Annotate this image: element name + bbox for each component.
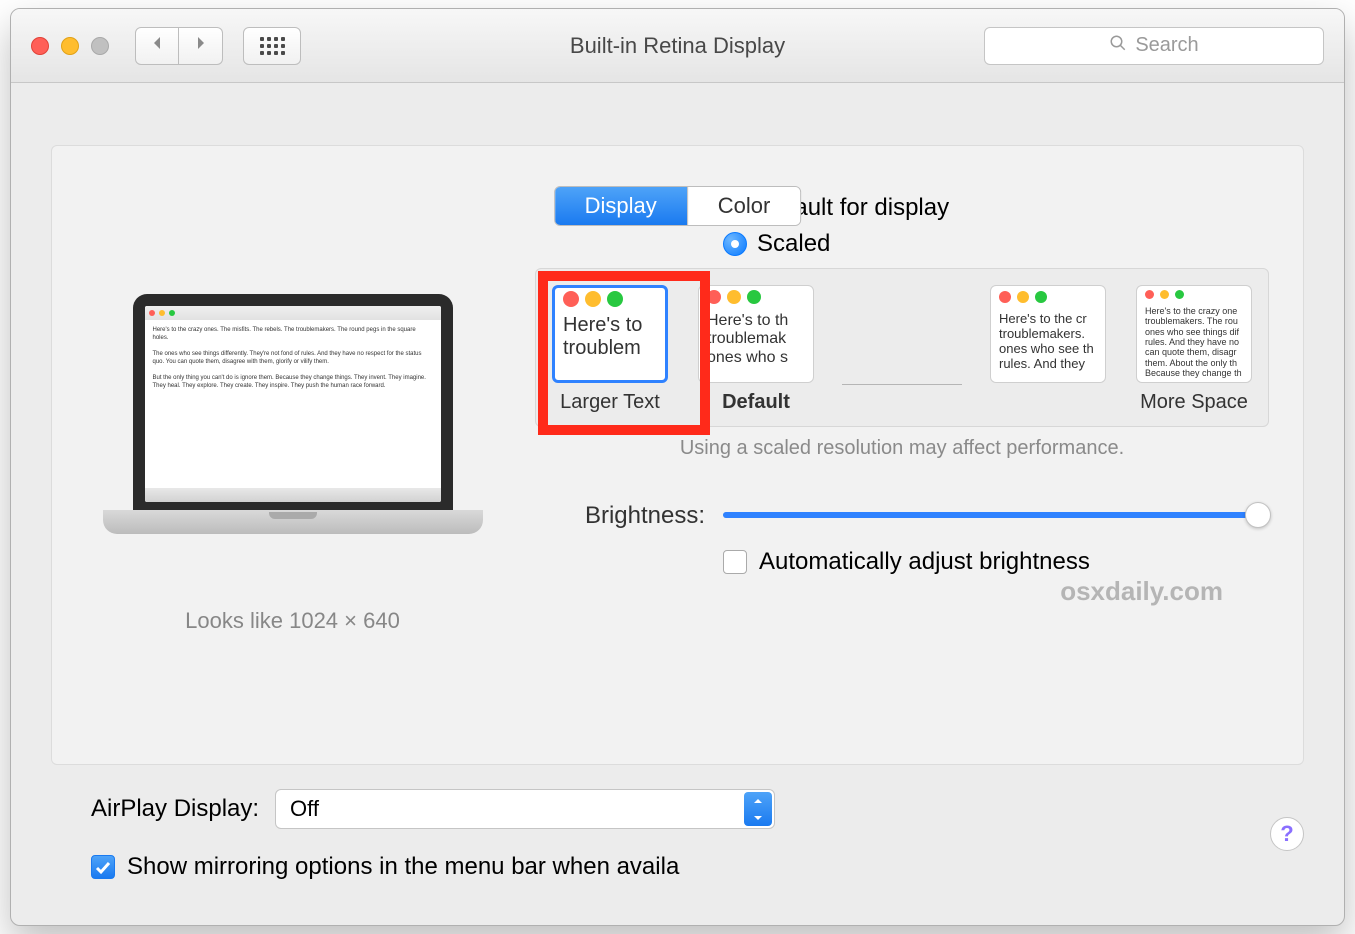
help-icon: ? [1280, 821, 1293, 847]
chevron-left-icon [149, 35, 165, 56]
mirroring-row: Show mirroring options in the menu bar w… [91, 853, 1264, 881]
auto-brightness-row: Automatically adjust brightness [723, 548, 1269, 576]
scaled-performance-note: Using a scaled resolution may affect per… [535, 437, 1269, 460]
window-controls [31, 37, 109, 55]
scale-option-more-space[interactable]: Here's to the crazy one troublemakers. T… [1134, 285, 1254, 414]
scale-label: Larger Text [560, 391, 660, 414]
tab-color[interactable]: Color [687, 187, 801, 225]
preferences-window: Built-in Retina Display Search Display C… [10, 8, 1345, 926]
display-preview-column: Here's to the crazy ones. The misfits. T… [86, 194, 499, 744]
select-stepper-icon [744, 792, 772, 826]
slider-knob[interactable] [1245, 502, 1271, 528]
scale-option-3[interactable]: Here's to the cr troublemakers. ones who… [988, 285, 1108, 383]
nav-back-forward [135, 27, 223, 65]
toolbar: Built-in Retina Display Search [11, 9, 1344, 83]
brightness-label: Brightness: [535, 500, 705, 530]
scaled-resolution-picker: Here's to troublem Larger Text Here's to… [535, 268, 1269, 427]
scale-thumbnail: Here's to troublem [552, 285, 668, 383]
show-all-button[interactable] [243, 27, 301, 65]
display-panel: Here's to the crazy ones. The misfits. T… [51, 145, 1304, 765]
scale-option-default[interactable]: Here's to th troublemak ones who s Defau… [696, 285, 816, 414]
zoom-window-button[interactable] [91, 37, 109, 55]
search-icon [1109, 34, 1127, 58]
brightness-row: Brightness: [535, 500, 1269, 530]
preview-sample-text: Here's to the crazy ones. The misfits. T… [145, 320, 441, 488]
chevron-right-icon [193, 35, 209, 56]
scale-thumbnail: Here's to the crazy one troublemakers. T… [1136, 285, 1252, 383]
scale-thumbnail: Here's to the cr troublemakers. ones who… [990, 285, 1106, 383]
airplay-value: Off [290, 796, 319, 822]
bottom-controls: AirPlay Display: Off Show mirroring opti… [51, 765, 1304, 881]
brightness-slider[interactable] [723, 512, 1269, 518]
airplay-label: AirPlay Display: [91, 795, 259, 823]
grid-icon [260, 37, 285, 55]
close-window-button[interactable] [31, 37, 49, 55]
forward-button[interactable] [179, 27, 223, 65]
scale-label: Default [722, 391, 790, 414]
tab-display[interactable]: Display [555, 187, 687, 225]
radio-icon [723, 232, 747, 256]
search-placeholder: Search [1135, 34, 1198, 57]
airplay-row: AirPlay Display: Off [91, 789, 1264, 829]
radio-label: Scaled [757, 230, 830, 258]
scale-divider [842, 384, 962, 385]
back-button[interactable] [135, 27, 179, 65]
display-preview: Here's to the crazy ones. The misfits. T… [103, 294, 483, 554]
auto-brightness-checkbox[interactable] [723, 550, 747, 574]
scale-thumbnail: Here's to th troublemak ones who s [698, 285, 814, 383]
looks-like-label: Looks like 1024 × 640 [185, 608, 400, 634]
scale-label: More Space [1140, 391, 1248, 414]
mirroring-checkbox[interactable] [91, 855, 115, 879]
auto-brightness-label: Automatically adjust brightness [759, 548, 1090, 576]
tab-bar: Display Color [554, 186, 802, 226]
body: Display Color Here's to the crazy ones. … [11, 145, 1344, 881]
scale-option-larger-text[interactable]: Here's to troublem Larger Text [550, 285, 670, 414]
airplay-select[interactable]: Off [275, 789, 775, 829]
resolution-scaled-radio[interactable]: Scaled [723, 230, 949, 258]
search-field[interactable]: Search [984, 27, 1324, 65]
mirroring-label: Show mirroring options in the menu bar w… [127, 853, 679, 881]
settings-column: Resolution: Default for display Scaled [535, 194, 1269, 744]
help-button[interactable]: ? [1270, 817, 1304, 851]
minimize-window-button[interactable] [61, 37, 79, 55]
